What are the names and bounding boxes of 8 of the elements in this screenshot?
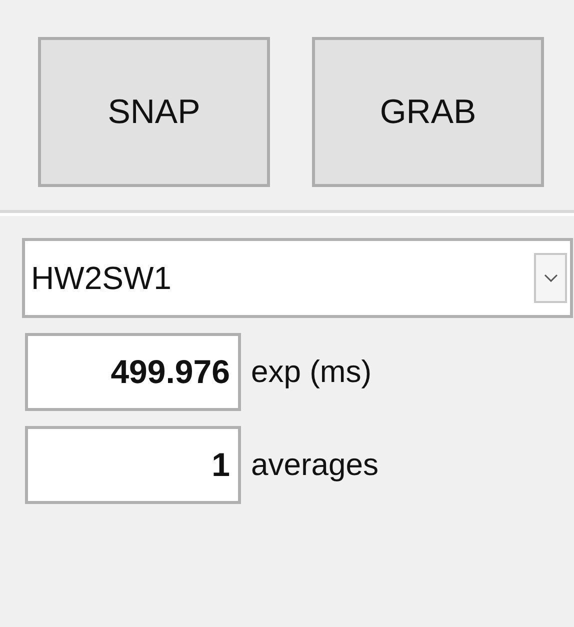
dropdown[interactable]: HW2SW1 xyxy=(22,238,573,318)
field-label: averages xyxy=(251,446,379,484)
number-field[interactable]: 1 xyxy=(25,426,241,504)
action-button[interactable]: SNAP xyxy=(38,37,270,187)
field-label: exp (ms) xyxy=(251,352,372,391)
action-button[interactable]: GRAB xyxy=(312,37,544,187)
number-field[interactable]: 499.976 xyxy=(25,333,241,411)
caret-icon xyxy=(544,274,558,282)
